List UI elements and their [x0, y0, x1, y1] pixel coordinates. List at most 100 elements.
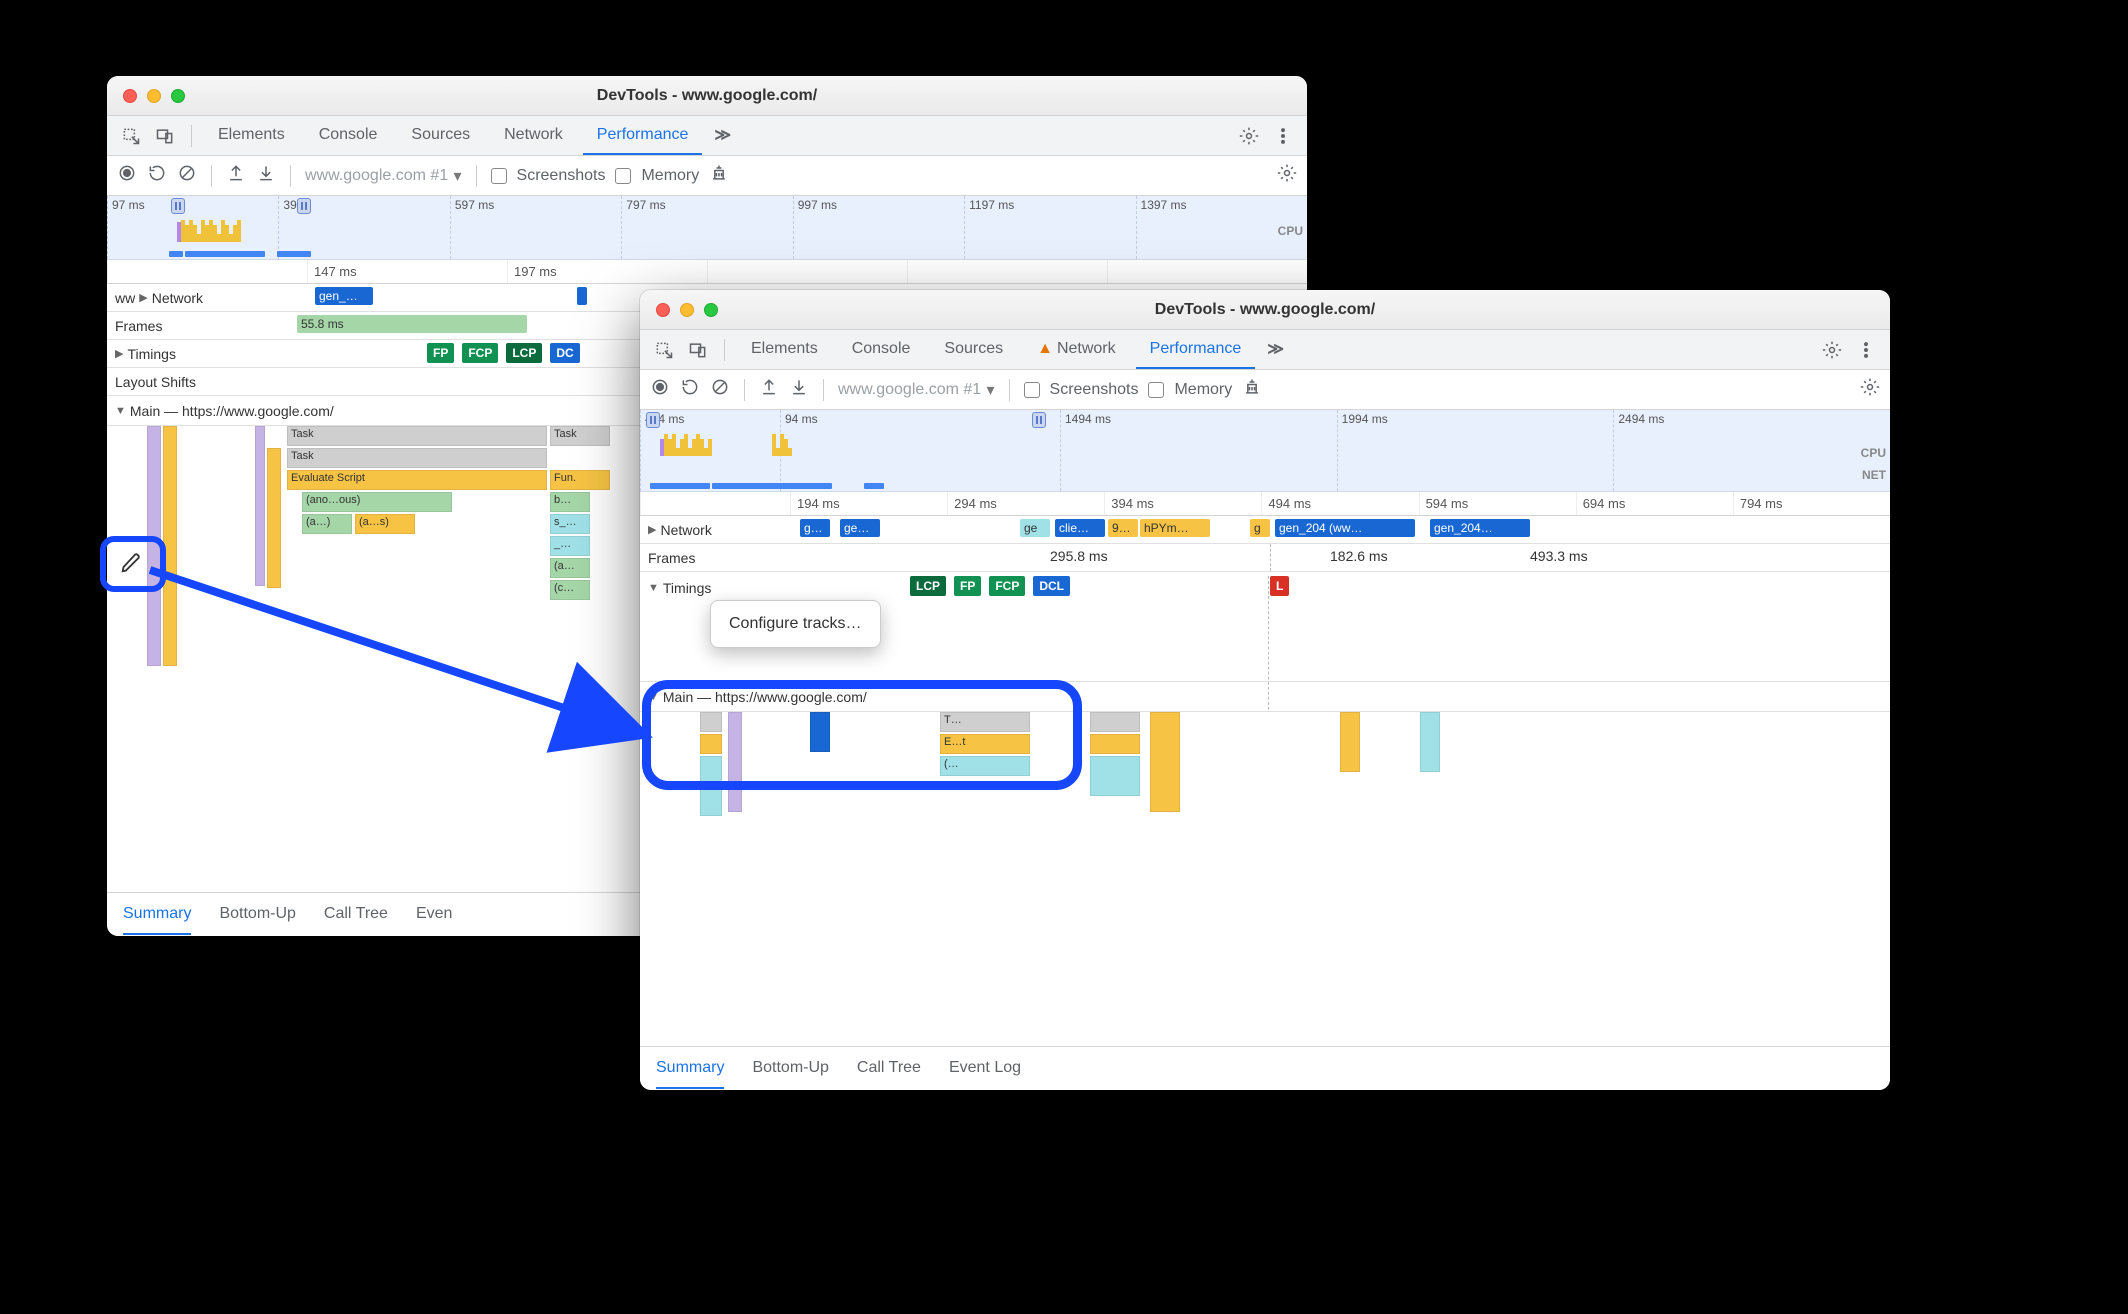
timing-badge-load[interactable]: L	[1270, 576, 1289, 596]
screenshots-checkbox[interactable]	[491, 168, 507, 184]
edit-tracks-pencil-icon[interactable]	[120, 552, 142, 577]
flame-anon[interactable]: (ano…ous)	[302, 492, 452, 512]
flame-call[interactable]: (a…s)	[355, 514, 415, 534]
close-icon[interactable]	[123, 89, 137, 103]
network-entry[interactable]: g…	[800, 519, 830, 537]
flame-call[interactable]: _…	[550, 536, 590, 556]
inspect-icon[interactable]	[650, 336, 678, 364]
flame-call[interactable]: s_…	[550, 514, 590, 534]
track-frames[interactable]: Frames 295.8 ms 182.6 ms 493.3 ms	[640, 544, 1890, 572]
network-entry[interactable]: gen_…	[315, 287, 373, 305]
flame-function[interactable]: Fun.	[550, 470, 610, 490]
tab-elements[interactable]: Elements	[204, 116, 299, 155]
capture-settings-gear-icon[interactable]	[1277, 163, 1297, 188]
record-button[interactable]	[117, 163, 137, 188]
close-icon[interactable]	[656, 303, 670, 317]
timing-badge-dcl[interactable]: DCL	[1033, 576, 1070, 596]
flame-task[interactable]: T…	[940, 712, 1030, 732]
frame-entry[interactable]: 55.8 ms	[297, 315, 527, 333]
settings-gear-icon[interactable]	[1235, 122, 1263, 150]
tab-elements[interactable]: Elements	[737, 330, 832, 369]
expand-icon[interactable]: ▼	[115, 405, 126, 417]
inspect-icon[interactable]	[117, 122, 145, 150]
flame-task[interactable]: Task	[287, 426, 547, 446]
tab-network[interactable]: ▲ Network	[1023, 330, 1130, 369]
device-mode-icon[interactable]	[684, 336, 712, 364]
settings-gear-icon[interactable]	[1818, 336, 1846, 364]
tab-performance[interactable]: Performance	[583, 116, 703, 155]
upload-button[interactable]	[226, 163, 246, 188]
network-entry[interactable]: gen_204 (ww…	[1275, 519, 1415, 537]
timing-badge-dcl[interactable]: DC	[550, 343, 579, 363]
record-button[interactable]	[650, 377, 670, 402]
network-entry[interactable]: gen_204…	[1430, 519, 1530, 537]
minimize-icon[interactable]	[680, 303, 694, 317]
overview-handle-right[interactable]	[1032, 412, 1046, 428]
overview-handle-left[interactable]	[646, 412, 660, 428]
timing-badge-fcp[interactable]: FCP	[462, 343, 498, 363]
timeline-overview[interactable]: 494 ms 94 ms 1494 ms 1994 ms 2494 ms CPU…	[640, 410, 1890, 492]
capture-settings-gear-icon[interactable]	[1860, 377, 1880, 402]
more-menu-icon[interactable]	[1269, 122, 1297, 150]
tab-performance[interactable]: Performance	[1136, 330, 1256, 369]
overview-handle-right[interactable]	[297, 198, 311, 214]
clear-button[interactable]	[710, 377, 730, 402]
timing-badge-fcp[interactable]: FCP	[989, 576, 1025, 596]
details-tab-eventlog[interactable]: Even	[416, 895, 452, 935]
expand-icon[interactable]: ▶	[115, 347, 123, 360]
network-entry[interactable]: g	[1250, 519, 1270, 537]
flame-task[interactable]: Task	[550, 426, 610, 446]
track-network[interactable]: ▶ Network g… ge… ge clie… 9… hPYm… g gen…	[640, 516, 1890, 544]
details-tab-summary[interactable]: Summary	[123, 895, 191, 935]
flame-evaluate-script[interactable]: Evaluate Script	[287, 470, 547, 490]
configure-tracks-menu-item[interactable]: Configure tracks…	[711, 607, 880, 641]
clear-button[interactable]	[177, 163, 197, 188]
collect-garbage-button[interactable]	[709, 163, 729, 188]
zoom-icon[interactable]	[704, 303, 718, 317]
network-entry[interactable]: hPYm…	[1140, 519, 1210, 537]
details-tab-eventlog[interactable]: Event Log	[949, 1049, 1021, 1089]
network-entry[interactable]: clie…	[1055, 519, 1105, 537]
network-entry[interactable]: 9…	[1108, 519, 1138, 537]
screenshots-checkbox[interactable]	[1024, 382, 1040, 398]
flame-call[interactable]: b…	[550, 492, 590, 512]
timing-badge-lcp[interactable]: LCP	[910, 576, 946, 596]
flame-call[interactable]: (…	[940, 756, 1030, 776]
overview-handle-left[interactable]	[171, 198, 185, 214]
upload-button[interactable]	[759, 377, 779, 402]
device-mode-icon[interactable]	[151, 122, 179, 150]
details-tab-bottomup[interactable]: Bottom-Up	[219, 895, 295, 935]
details-tab-calltree[interactable]: Call Tree	[324, 895, 388, 935]
details-tab-calltree[interactable]: Call Tree	[857, 1049, 921, 1089]
tabs-overflow-button[interactable]: ≫	[708, 116, 737, 155]
memory-checkbox[interactable]	[615, 168, 631, 184]
download-button[interactable]	[789, 377, 809, 402]
timeline-overview[interactable]: 97 ms 397 597 ms 797 ms 997 ms 1197 ms 1…	[107, 196, 1307, 260]
flame-call[interactable]: (a…	[550, 558, 590, 578]
expand-icon[interactable]: ▶	[139, 291, 147, 304]
flame-task[interactable]: Task	[287, 448, 547, 468]
expand-icon[interactable]: ▶	[648, 523, 656, 536]
tab-sources[interactable]: Sources	[930, 330, 1017, 369]
recording-dropdown[interactable]: www.google.com #1	[838, 381, 995, 399]
time-ruler[interactable]: 194 ms 294 ms 394 ms 494 ms 594 ms 694 m…	[640, 492, 1890, 516]
flame-call[interactable]: E…t	[940, 734, 1030, 754]
timing-badge-lcp[interactable]: LCP	[506, 343, 542, 363]
tab-network[interactable]: Network	[490, 116, 577, 155]
tab-sources[interactable]: Sources	[397, 116, 484, 155]
more-menu-icon[interactable]	[1852, 336, 1880, 364]
reload-record-button[interactable]	[680, 377, 700, 402]
minimize-icon[interactable]	[147, 89, 161, 103]
flamechart[interactable]: T… E…t (…	[640, 712, 1890, 1046]
details-tab-bottomup[interactable]: Bottom-Up	[752, 1049, 828, 1089]
network-entry[interactable]: ge	[1020, 519, 1050, 537]
details-tab-summary[interactable]: Summary	[656, 1049, 724, 1089]
network-entry[interactable]	[577, 287, 587, 305]
expand-icon[interactable]: ▼	[648, 582, 659, 594]
time-ruler[interactable]: 147 ms 197 ms	[107, 260, 1307, 284]
flame-call[interactable]: (c…	[550, 580, 590, 600]
track-timings[interactable]: ▼ Timings LCP FP FCP DCL L Configure tra…	[640, 572, 1890, 682]
network-entry[interactable]: ge…	[840, 519, 880, 537]
memory-checkbox[interactable]	[1148, 382, 1164, 398]
reload-record-button[interactable]	[147, 163, 167, 188]
